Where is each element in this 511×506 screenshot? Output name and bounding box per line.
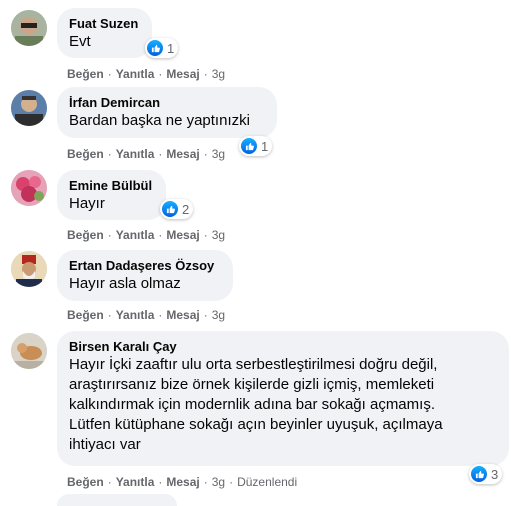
separator: · (158, 67, 163, 81)
edited-label[interactable]: Düzenlendi (237, 475, 297, 489)
comment-text: Hayır İçki zaaftır ulu orta serbestleşti… (69, 356, 443, 453)
separator: · (107, 147, 112, 161)
comment-actions: Beğen · Yanıtla · Mesaj · 3g · Düzenlendi (67, 474, 297, 490)
comment-actions: Beğen · Yanıtla · Mesaj · 3g (67, 66, 225, 82)
separator: · (158, 228, 163, 242)
comment-text: Evt (69, 33, 91, 50)
avatar[interactable] (11, 333, 47, 369)
message-button[interactable]: Mesaj (166, 147, 199, 161)
comment-text: Hayır (69, 195, 105, 212)
avatar[interactable] (11, 10, 47, 46)
comment-author[interactable]: Ertan Dadaşeres Özsoy (69, 258, 221, 274)
message-button[interactable]: Mesaj (166, 228, 199, 242)
comment-author[interactable]: Fuat Suzen (69, 16, 140, 32)
separator: · (107, 308, 112, 322)
separator: · (203, 228, 208, 242)
reaction-count[interactable]: 1 (145, 38, 179, 58)
reaction-number: 2 (182, 201, 190, 217)
reaction-number: 1 (261, 138, 269, 154)
separator: · (229, 475, 234, 489)
reply-button[interactable]: Yanıtla (116, 308, 155, 322)
reply-button[interactable]: Yanıtla (116, 147, 155, 161)
separator: · (158, 308, 163, 322)
comment-bubble: Fuat Suzen Evt (57, 8, 152, 58)
message-button[interactable]: Mesaj (166, 308, 199, 322)
comment-bubble: Birsen Karalı Çay Hayır İçki zaaftır ulu… (57, 331, 509, 466)
like-icon (147, 40, 163, 56)
reply-button[interactable]: Yanıtla (116, 228, 155, 242)
message-button[interactable]: Mesaj (166, 67, 199, 81)
reaction-count[interactable]: 2 (160, 199, 194, 219)
timestamp[interactable]: 3g (212, 308, 225, 322)
timestamp[interactable]: 3g (212, 147, 225, 161)
separator: · (203, 475, 208, 489)
separator: · (107, 228, 112, 242)
avatar[interactable] (11, 170, 47, 206)
timestamp[interactable]: 3g (212, 67, 225, 81)
comment-bubble: Emine Bülbül Hayır (57, 170, 166, 220)
separator: · (158, 147, 163, 161)
avatar[interactable] (11, 90, 47, 126)
like-button[interactable]: Beğen (67, 308, 104, 322)
reaction-number: 1 (167, 40, 175, 56)
comment-author[interactable]: İrfan Demircan (69, 95, 265, 111)
like-button[interactable]: Beğen (67, 475, 104, 489)
like-button[interactable]: Beğen (67, 147, 104, 161)
like-icon (162, 201, 178, 217)
avatar[interactable] (11, 251, 47, 287)
like-icon (241, 138, 257, 154)
comment-text: Hayır asla olmaz (69, 275, 181, 292)
separator: · (203, 308, 208, 322)
comment-text: Bardan başka ne yaptınızki (69, 112, 250, 129)
comment-bubble: İrfan Demircan Bardan başka ne yaptınızk… (57, 87, 277, 138)
separator: · (203, 147, 208, 161)
like-button[interactable]: Beğen (67, 67, 104, 81)
separator: · (107, 67, 112, 81)
separator: · (158, 475, 163, 489)
like-icon (471, 466, 487, 482)
message-button[interactable]: Mesaj (166, 475, 199, 489)
reply-button[interactable]: Yanıtla (116, 475, 155, 489)
like-button[interactable]: Beğen (67, 228, 104, 242)
next-comment-bubble-edge (57, 494, 177, 506)
separator: · (203, 67, 208, 81)
separator: · (107, 475, 112, 489)
reaction-number: 3 (491, 466, 499, 482)
comment-actions: Beğen · Yanıtla · Mesaj · 3g (67, 227, 225, 243)
timestamp[interactable]: 3g (212, 228, 225, 242)
reaction-count[interactable]: 3 (469, 464, 503, 484)
comment-bubble: Ertan Dadaşeres Özsoy Hayır asla olmaz (57, 250, 233, 301)
timestamp[interactable]: 3g (212, 475, 225, 489)
comment-author[interactable]: Birsen Karalı Çay (69, 339, 497, 355)
reply-button[interactable]: Yanıtla (116, 67, 155, 81)
comment-actions: Beğen · Yanıtla · Mesaj · 3g (67, 146, 225, 162)
comment-author[interactable]: Emine Bülbül (69, 178, 154, 194)
comment-actions: Beğen · Yanıtla · Mesaj · 3g (67, 307, 225, 323)
reaction-count[interactable]: 1 (239, 136, 273, 156)
